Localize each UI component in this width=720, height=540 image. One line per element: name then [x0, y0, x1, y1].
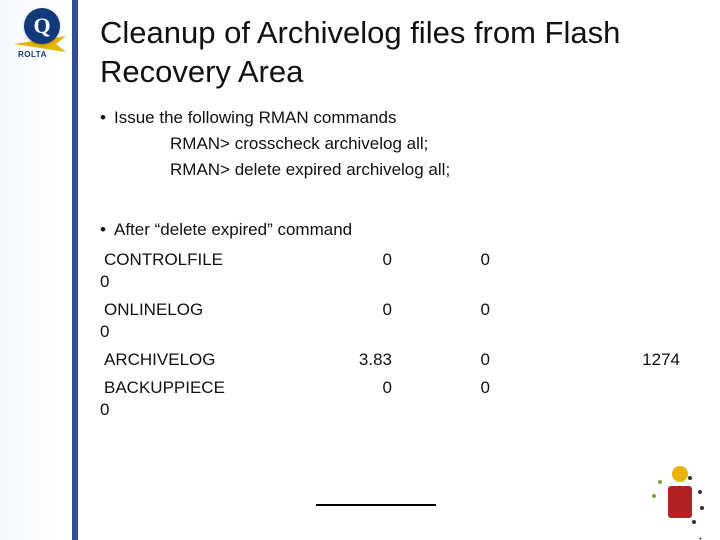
brand-i-dot-icon	[672, 466, 688, 482]
cell-v2: 0	[430, 250, 490, 270]
cell-name: BACKUPPIECE	[104, 378, 225, 398]
corner-logo: Q ROLTA	[8, 6, 72, 70]
cell-name: CONTROLFILE	[104, 250, 223, 270]
subline-2: RMAN> delete expired archivelog all;	[170, 160, 700, 180]
content-area: Cleanup of Archivelog files from Flash R…	[100, 14, 700, 428]
footer-brand-icon: innovation • insight • impact	[638, 458, 710, 530]
page-title: Cleanup of Archivelog files from Flash R…	[100, 14, 700, 92]
slide: Q ROLTA Cleanup of Archivelog files from…	[0, 0, 720, 540]
underline-decor	[316, 504, 436, 506]
cell-v1: 0	[332, 300, 392, 320]
cell-v3: 0	[100, 400, 109, 420]
table-row: BACKUPPIECE 0 0 0	[100, 378, 700, 426]
table-row: ONLINELOG 0 0 0	[100, 300, 700, 348]
subline-1: RMAN> crosscheck archivelog all;	[170, 134, 700, 154]
cell-name: ONLINELOG	[104, 300, 203, 320]
cell-v3: 0	[100, 272, 109, 292]
bullet-1: • Issue the following RMAN commands	[100, 108, 700, 128]
brand-i-body-icon	[668, 486, 692, 518]
table-row: ARCHIVELOG 3.83 0 1274	[100, 350, 700, 376]
bullet-dot-icon: •	[100, 108, 114, 128]
table-row: CONTROLFILE 0 0 0	[100, 250, 700, 298]
bullet-2: • After “delete expired” command	[100, 220, 700, 240]
cell-v3: 1274	[610, 350, 680, 370]
cell-v2: 0	[430, 350, 490, 370]
bullet-1-text: Issue the following RMAN commands	[114, 108, 397, 128]
cell-name: ARCHIVELOG	[104, 350, 215, 370]
side-stripe	[72, 0, 78, 540]
cell-v1: 0	[332, 250, 392, 270]
cell-v2: 0	[430, 300, 490, 320]
logo-glyph: Q	[24, 8, 60, 44]
bullet-2-text: After “delete expired” command	[114, 220, 352, 240]
cell-v3: 0	[100, 322, 109, 342]
cell-v1: 0	[332, 378, 392, 398]
brand-tagline: innovation • insight • impact	[698, 530, 712, 540]
logo-label: ROLTA	[18, 50, 47, 59]
output-table: CONTROLFILE 0 0 0 ONLINELOG 0 0 0 ARCHIV…	[100, 250, 700, 426]
cell-v2: 0	[430, 378, 490, 398]
cell-v1: 3.83	[332, 350, 392, 370]
bullet-dot-icon: •	[100, 220, 114, 240]
